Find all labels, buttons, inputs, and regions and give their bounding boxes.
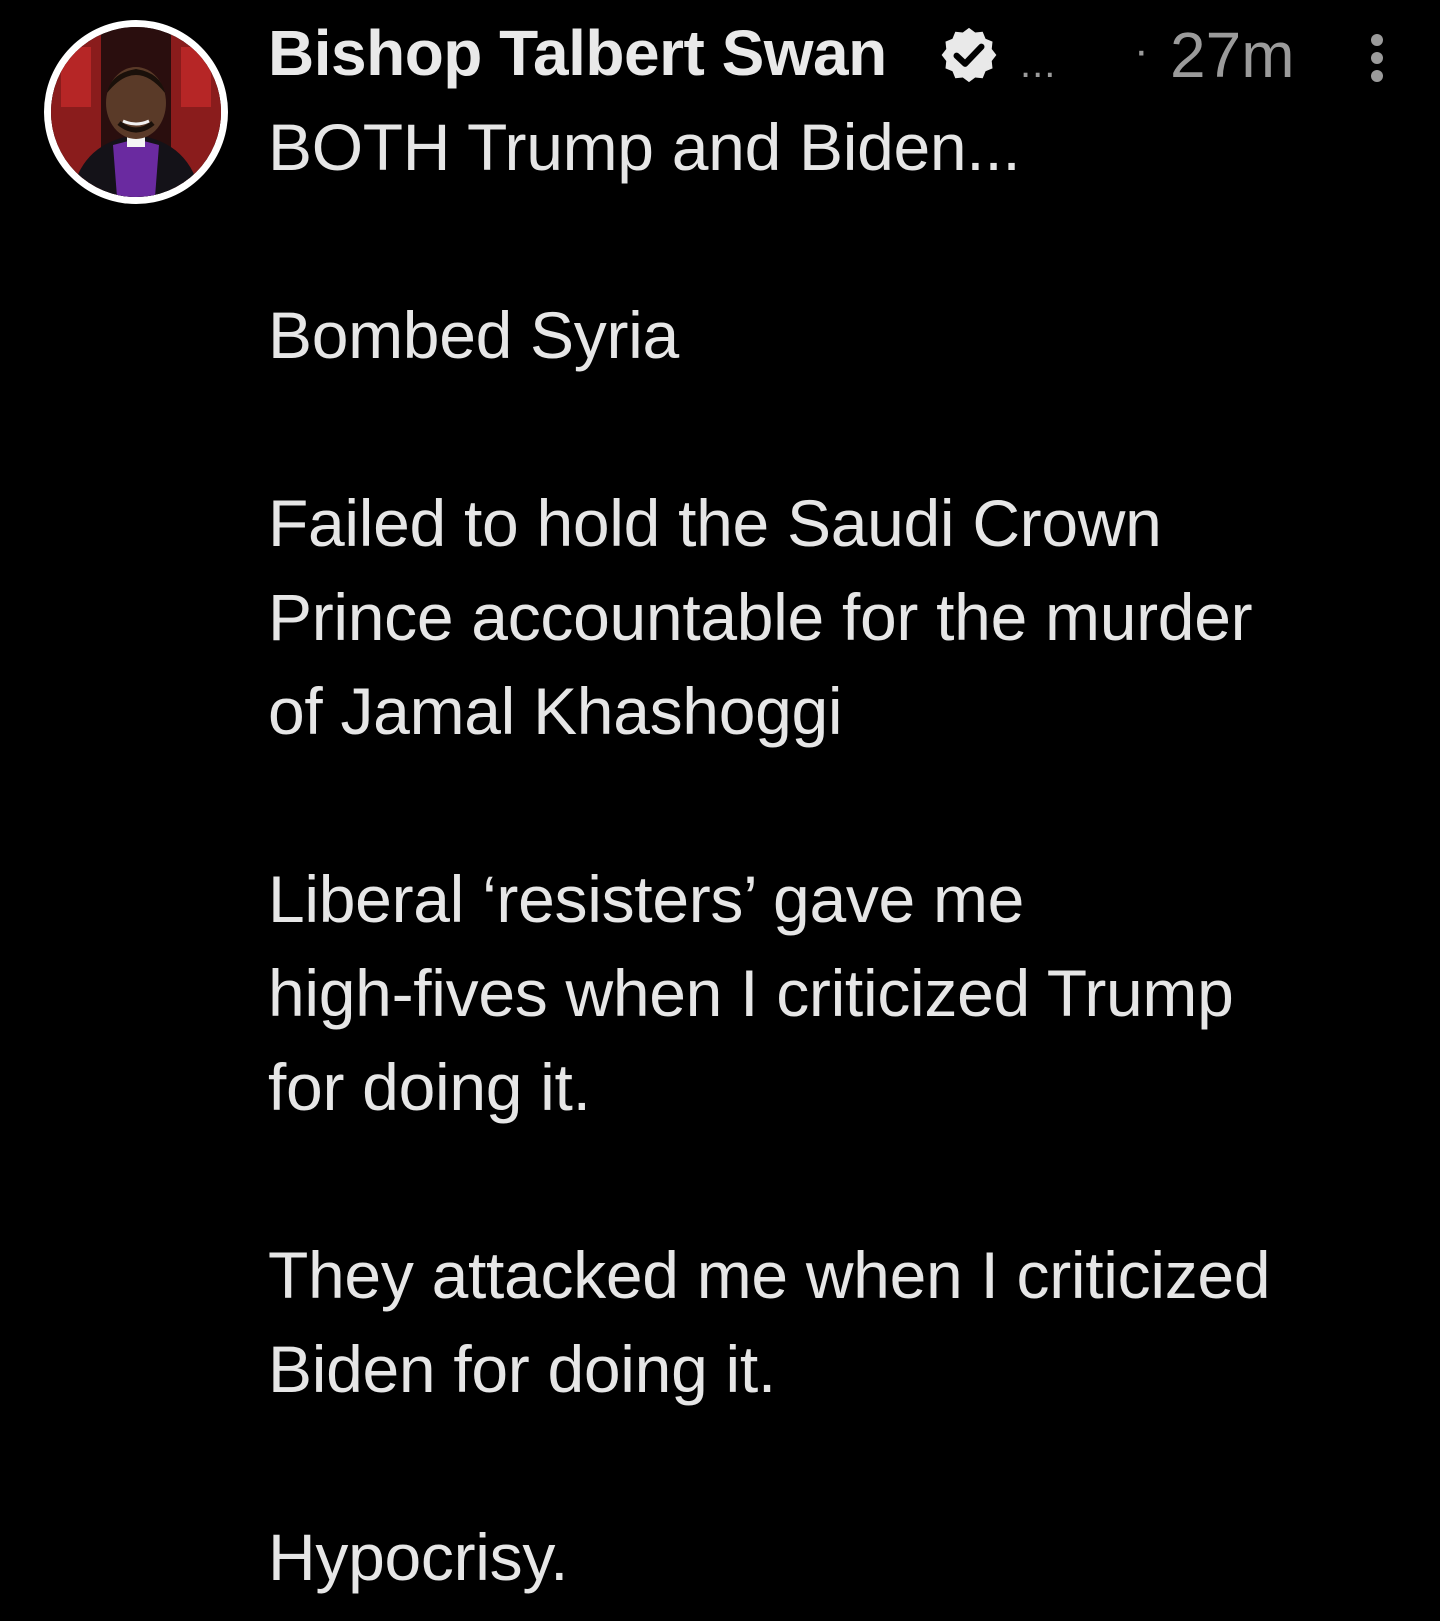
tweet-paragraph: They attacked me when I criticized Biden… <box>268 1238 1271 1406</box>
tweet-header: Bishop Talbert Swan ... · 27m <box>268 12 1410 92</box>
tweet-text: BOTH Trump and Biden... Bombed Syria Fai… <box>268 100 1388 1604</box>
tweet-paragraph: Bombed Syria <box>268 298 679 372</box>
more-options-icon[interactable] <box>1362 30 1392 86</box>
tweet-paragraph: BOTH Trump and Biden... <box>268 110 1021 184</box>
tweet-paragraph: Liberal ‘resisters’ gave me high-fives w… <box>268 862 1234 1124</box>
tweet[interactable]: Bishop Talbert Swan ... · 27m BOTH Trump… <box>0 0 1440 1621</box>
author-name[interactable]: Bishop Talbert Swan <box>268 16 887 90</box>
verified-badge-icon <box>938 24 1000 86</box>
separator-dot: · <box>1134 26 1149 75</box>
timestamp[interactable]: 27m <box>1170 18 1295 92</box>
tweet-paragraph: Failed to hold the Saudi Crown Prince ac… <box>268 486 1253 748</box>
tweet-paragraph: Hypocrisy. <box>268 1520 569 1594</box>
avatar[interactable] <box>44 20 228 204</box>
handle-truncation: ... <box>1020 42 1057 86</box>
profile-photo <box>51 27 221 197</box>
